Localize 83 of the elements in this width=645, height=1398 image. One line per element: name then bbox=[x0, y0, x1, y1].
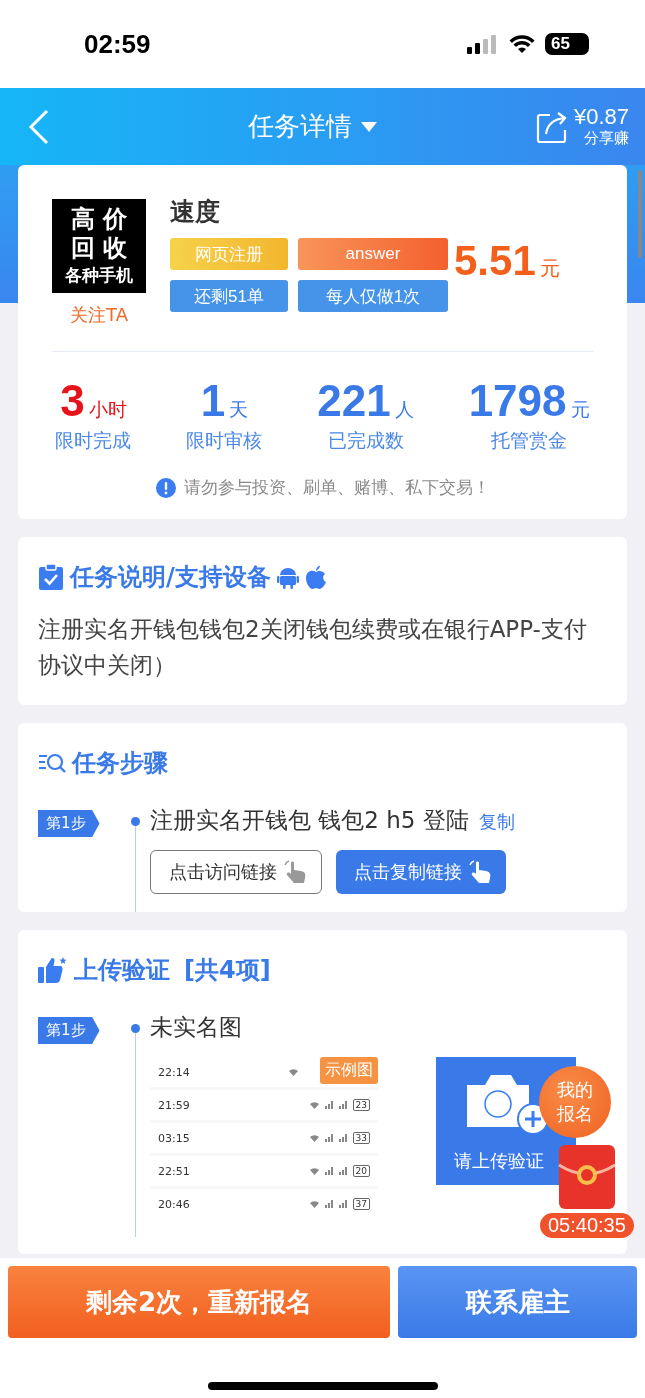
page-title[interactable]: 任务详情 bbox=[247, 109, 352, 144]
stat-unit: 天 bbox=[229, 397, 249, 422]
scrollbar[interactable] bbox=[638, 170, 642, 258]
example-label: 示例图 bbox=[320, 1057, 378, 1084]
signal-icon bbox=[324, 1200, 333, 1208]
stat-label: 托管赏金 bbox=[491, 428, 568, 453]
logo-text: 各种手机 bbox=[65, 264, 133, 287]
stat-unit: 小时 bbox=[88, 397, 127, 422]
price-unit: 元 bbox=[539, 255, 560, 282]
logo-text: 高 价 bbox=[70, 204, 128, 233]
step-text: 未实名图 bbox=[150, 1013, 243, 1042]
share-amount: ¥0.87 bbox=[573, 105, 629, 129]
wifi-icon bbox=[289, 1068, 298, 1076]
signal-icon bbox=[324, 1101, 333, 1109]
upload-label: 请上传验证 bbox=[454, 1149, 544, 1173]
example-time: 20:46 bbox=[158, 1197, 191, 1211]
step-badge: 第1步 bbox=[38, 1017, 100, 1044]
signal-icon bbox=[338, 1200, 347, 1208]
timeline-dot bbox=[130, 817, 140, 826]
example-time: 21:59 bbox=[158, 1098, 191, 1112]
example-screenshot[interactable]: 22:14 21:59 23 03:15 33 22:51 20 20:46 37 示例图 bbox=[150, 1057, 378, 1219]
example-time: 22:51 bbox=[158, 1164, 191, 1178]
link-button[interactable]: 点击访问链接 bbox=[150, 850, 322, 894]
example-battery: 20 bbox=[352, 1165, 370, 1177]
signal-icon bbox=[324, 1167, 333, 1175]
example-battery: 37 bbox=[352, 1198, 370, 1210]
task-description: 注册实名开钱包钱包2关闭钱包续费或在银行APP-支付协议中关闭） bbox=[38, 615, 588, 680]
stat-value: 221 bbox=[317, 378, 391, 424]
logo-text: 回 收 bbox=[70, 233, 128, 262]
status-time: 02:59 bbox=[84, 28, 151, 60]
back-icon[interactable] bbox=[28, 108, 50, 145]
apple-icon bbox=[304, 565, 327, 589]
thumbs-up-icon bbox=[38, 956, 68, 984]
warning-icon bbox=[155, 477, 176, 498]
section-title: 任务说明/支持设备 bbox=[70, 562, 271, 593]
signal-icon bbox=[324, 1134, 333, 1142]
task-name: 速度 bbox=[170, 196, 221, 228]
action-button[interactable]: 联系雇主 bbox=[398, 1266, 637, 1338]
caret-icon[interactable] bbox=[359, 120, 378, 133]
example-battery: 23 bbox=[352, 1099, 370, 1111]
task-tag: 还剩51单 bbox=[170, 280, 288, 312]
section-title: 任务步骤 bbox=[72, 748, 168, 779]
stat-label: 限时完成 bbox=[55, 428, 132, 453]
step-badge: 第1步 bbox=[38, 810, 100, 837]
stat-label: 限时审核 bbox=[186, 428, 263, 453]
battery-level: 65 bbox=[545, 33, 589, 55]
example-time: 03:15 bbox=[158, 1131, 191, 1145]
item-count: [共4项] bbox=[184, 955, 271, 986]
copy-link[interactable]: 复制 bbox=[478, 810, 515, 834]
clipboard-check-icon bbox=[38, 563, 64, 591]
wifi-icon bbox=[509, 34, 535, 54]
warning-text: 请勿参与投资、刷单、赌博、私下交易！ bbox=[183, 476, 490, 499]
wifi-icon bbox=[309, 1167, 319, 1175]
share-label[interactable]: 分享赚 bbox=[584, 129, 629, 148]
timeline-dot bbox=[130, 1024, 140, 1033]
stat-value: 3 bbox=[60, 378, 85, 424]
wifi-icon bbox=[309, 1134, 319, 1142]
stat-label: 已完成数 bbox=[327, 428, 404, 453]
stat-value: 1 bbox=[200, 378, 226, 424]
stat-unit: 人 bbox=[394, 397, 414, 422]
task-price: 5.51 bbox=[454, 237, 536, 285]
signal-icon bbox=[338, 1101, 347, 1109]
android-icon bbox=[276, 565, 299, 589]
example-time: 22:14 bbox=[158, 1065, 191, 1079]
wifi-icon bbox=[309, 1101, 319, 1109]
section-title: 上传验证 bbox=[74, 955, 170, 986]
stat-value: 1798 bbox=[468, 378, 567, 424]
signal-icon bbox=[338, 1167, 347, 1175]
action-button[interactable]: 剩余2次，重新报名 bbox=[8, 1266, 390, 1338]
follow-link[interactable]: 关注TA bbox=[70, 303, 128, 327]
task-tag: 网页注册 bbox=[170, 238, 288, 270]
signal-icon bbox=[338, 1134, 347, 1142]
gift-envelope-icon[interactable] bbox=[556, 1143, 617, 1211]
task-tag: 每人仅做1次 bbox=[298, 280, 448, 312]
step-text: 注册实名开钱包 钱包2 h5 登陆 bbox=[150, 806, 469, 835]
task-tag: answer bbox=[298, 238, 448, 270]
signal-icon bbox=[467, 34, 499, 54]
countdown-timer: 05:40:35 bbox=[540, 1213, 634, 1238]
example-battery: 33 bbox=[352, 1132, 370, 1144]
list-search-icon bbox=[38, 751, 66, 775]
link-button[interactable]: 点击复制链接 bbox=[336, 850, 506, 894]
wifi-icon bbox=[309, 1200, 319, 1208]
stat-unit: 元 bbox=[570, 397, 590, 422]
